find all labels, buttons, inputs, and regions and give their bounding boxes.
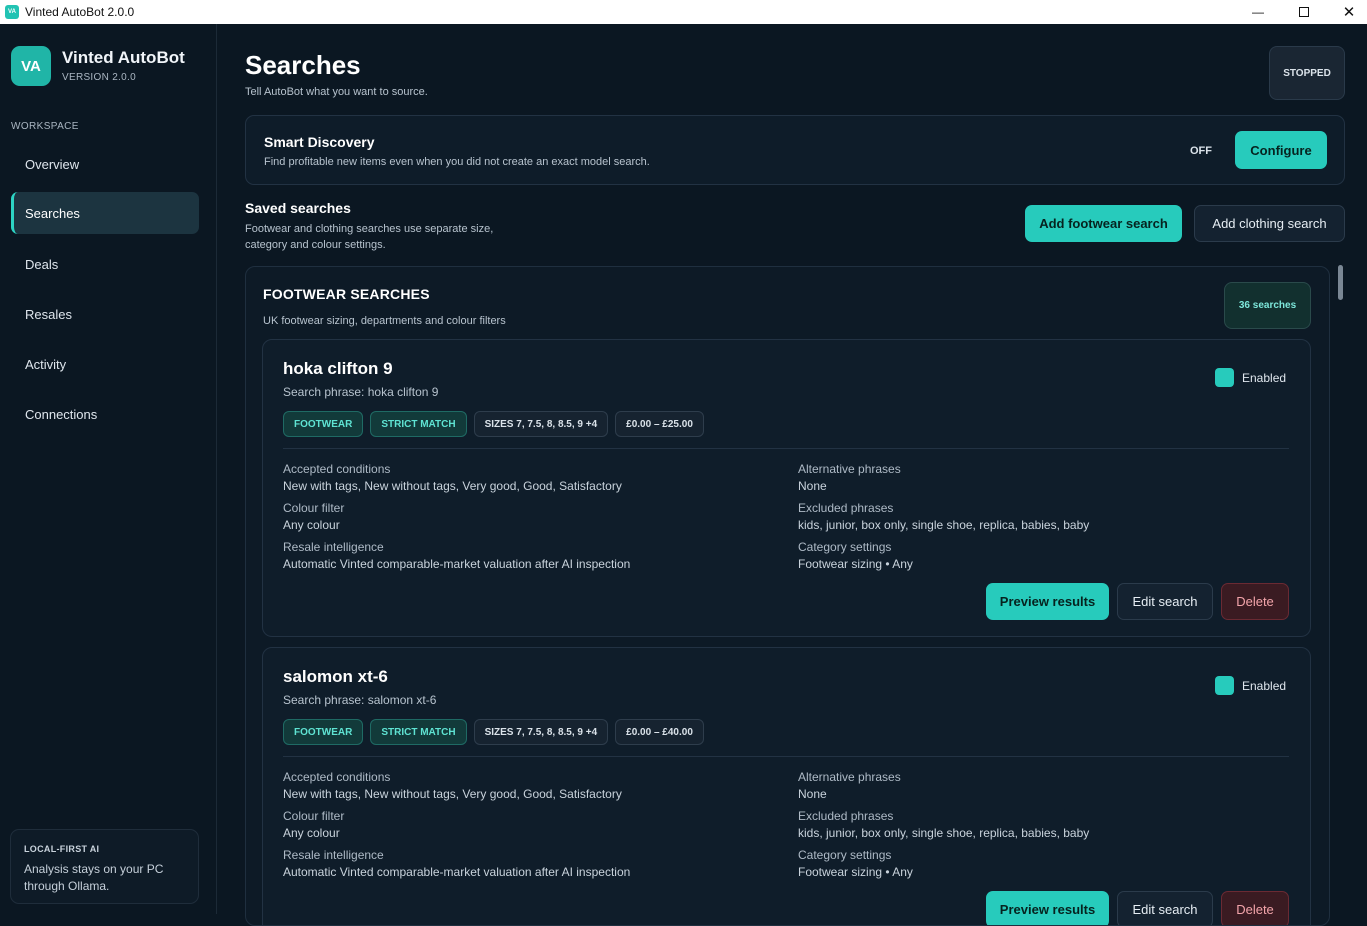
minimize-icon[interactable]: — <box>1235 0 1281 24</box>
chip-row: FOOTWEAR STRICT MATCH SIZES 7, 7.5, 8, 8… <box>283 719 704 745</box>
resale-value: Automatic Vinted comparable-market valua… <box>283 557 631 571</box>
search-card: hoka clifton 9 Search phrase: hoka clift… <box>262 339 1311 637</box>
workspace-heading: WORKSPACE <box>11 121 79 132</box>
checkbox[interactable] <box>1215 368 1234 387</box>
colour-label: Colour filter <box>283 501 345 515</box>
local-ai-info: LOCAL-FIRST AI Analysis stays on your PC… <box>10 829 199 904</box>
search-count-badge: 36 searches <box>1224 282 1311 329</box>
delete-button[interactable]: Delete <box>1221 583 1289 620</box>
excluded-label: Excluded phrases <box>798 501 894 515</box>
sidebar-item-activity[interactable]: Activity <box>11 343 199 385</box>
add-clothing-button[interactable]: Add clothing search <box>1194 205 1345 242</box>
alternative-value: None <box>798 479 827 493</box>
sidebar-item-resales[interactable]: Resales <box>11 293 199 335</box>
chip-price: £0.00 – £25.00 <box>615 411 704 437</box>
close-icon[interactable]: ✕ <box>1326 0 1367 24</box>
conditions-value: New with tags, New without tags, Very go… <box>283 787 622 801</box>
chip-row: FOOTWEAR STRICT MATCH SIZES 7, 7.5, 8, 8… <box>283 411 704 437</box>
colour-value: Any colour <box>283 518 340 532</box>
preview-results-button[interactable]: Preview results <box>986 891 1109 925</box>
search-phrase: Search phrase: hoka clifton 9 <box>283 385 439 399</box>
edit-search-button[interactable]: Edit search <box>1117 891 1213 925</box>
conditions-label: Accepted conditions <box>283 462 391 476</box>
scrollbar-thumb[interactable] <box>1338 265 1343 300</box>
add-footwear-button[interactable]: Add footwear search <box>1025 205 1182 242</box>
main-content: Searches Tell AutoBot what you want to s… <box>217 24 1367 926</box>
sidebar-item-deals[interactable]: Deals <box>11 243 199 285</box>
preview-results-button[interactable]: Preview results <box>986 583 1109 620</box>
conditions-label: Accepted conditions <box>283 770 391 784</box>
search-phrase: Search phrase: salomon xt-6 <box>283 693 437 707</box>
saved-searches-title: Saved searches <box>245 200 351 216</box>
version-label: VERSION 2.0.0 <box>62 72 136 83</box>
enabled-toggle[interactable]: Enabled <box>1215 368 1286 387</box>
resale-value: Automatic Vinted comparable-market valua… <box>283 865 631 879</box>
chip-price: £0.00 – £40.00 <box>615 719 704 745</box>
search-name: salomon xt-6 <box>283 667 388 686</box>
saved-searches-desc: Footwear and clothing searches use separ… <box>245 223 494 251</box>
checkbox[interactable] <box>1215 676 1234 695</box>
page-subtitle: Tell AutoBot what you want to source. <box>245 86 428 98</box>
alternative-value: None <box>798 787 827 801</box>
status-button[interactable]: STOPPED <box>1269 46 1345 100</box>
divider <box>283 756 1289 757</box>
chip-match: STRICT MATCH <box>370 719 467 745</box>
category-label: Category settings <box>798 848 892 862</box>
chip-sizes: SIZES 7, 7.5, 8, 8.5, 9 +4 <box>473 411 609 437</box>
conditions-value: New with tags, New without tags, Very go… <box>283 479 622 493</box>
category-value: Footwear sizing • Any <box>798 865 913 879</box>
page-title: Searches <box>245 50 361 80</box>
footwear-panel: FOOTWEAR SEARCHES UK footwear sizing, de… <box>245 266 1330 926</box>
configure-button[interactable]: Configure <box>1235 131 1327 169</box>
enabled-label: Enabled <box>1242 370 1287 385</box>
excluded-value: kids, junior, box only, single shoe, rep… <box>798 518 1090 532</box>
maximize-icon[interactable] <box>1281 0 1327 24</box>
colour-value: Any colour <box>283 826 340 840</box>
app-icon: VA <box>5 5 19 19</box>
app-logo: VA <box>11 46 51 86</box>
delete-button[interactable]: Delete <box>1221 891 1289 925</box>
category-label: Category settings <box>798 540 892 554</box>
resale-label: Resale intelligence <box>283 540 384 554</box>
divider <box>283 448 1289 449</box>
footwear-title: FOOTWEAR SEARCHES <box>263 286 430 302</box>
search-name: hoka clifton 9 <box>283 359 393 378</box>
footwear-desc: UK footwear sizing, departments and colo… <box>263 315 506 327</box>
smart-discovery-state[interactable]: OFF <box>1190 145 1212 157</box>
chip-match: STRICT MATCH <box>370 411 467 437</box>
smart-discovery-title: Smart Discovery <box>264 134 375 150</box>
chip-category: FOOTWEAR <box>283 411 364 437</box>
edit-search-button[interactable]: Edit search <box>1117 583 1213 620</box>
search-card: salomon xt-6 Search phrase: salomon xt-6… <box>262 647 1311 925</box>
smart-discovery-desc: Find profitable new items even when you … <box>264 156 650 168</box>
enabled-label: Enabled <box>1242 678 1287 693</box>
alternative-label: Alternative phrases <box>798 770 901 784</box>
chip-category: FOOTWEAR <box>283 719 364 745</box>
alternative-label: Alternative phrases <box>798 462 901 476</box>
enabled-toggle[interactable]: Enabled <box>1215 676 1286 695</box>
local-ai-title: LOCAL-FIRST AI <box>24 844 100 854</box>
smart-discovery-card: Smart Discovery Find profitable new item… <box>245 115 1345 185</box>
brand-name: Vinted AutoBot <box>62 48 185 67</box>
excluded-label: Excluded phrases <box>798 809 894 823</box>
window-title: Vinted AutoBot 2.0.0 <box>25 5 135 19</box>
sidebar: VA Vinted AutoBot VERSION 2.0.0 WORKSPAC… <box>0 24 217 914</box>
resale-label: Resale intelligence <box>283 848 384 862</box>
chip-sizes: SIZES 7, 7.5, 8, 8.5, 9 +4 <box>473 719 609 745</box>
colour-label: Colour filter <box>283 809 345 823</box>
title-bar: VA Vinted AutoBot 2.0.0 — ✕ <box>0 0 1367 24</box>
local-ai-desc: Analysis stays on your PC through Ollama… <box>24 862 164 893</box>
sidebar-item-connections[interactable]: Connections <box>11 393 199 435</box>
sidebar-item-searches[interactable]: Searches <box>11 192 199 234</box>
excluded-value: kids, junior, box only, single shoe, rep… <box>798 826 1090 840</box>
sidebar-item-overview[interactable]: Overview <box>11 143 199 185</box>
category-value: Footwear sizing • Any <box>798 557 913 571</box>
